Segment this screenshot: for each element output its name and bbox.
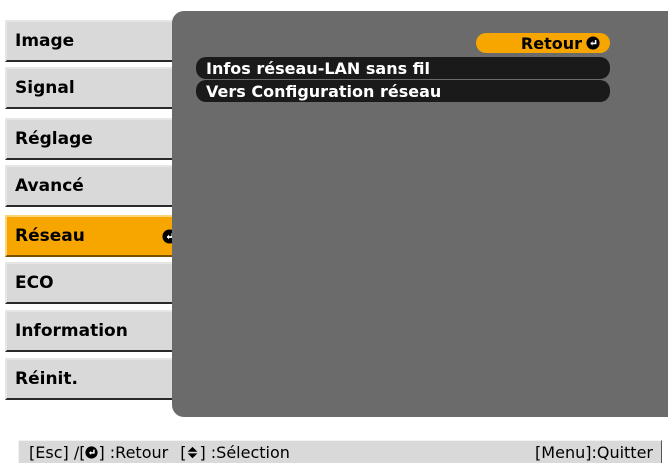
sidebar-item-label: Information: [15, 321, 128, 341]
enter-icon: [586, 36, 600, 50]
configuration-menu: Image Signal Réglage Avancé Réseau ECO I…: [0, 0, 668, 420]
sidebar-item-avance[interactable]: Avancé: [5, 165, 185, 207]
option-label: Infos réseau-LAN sans fil: [206, 58, 431, 78]
sidebar-item-label: Réglage: [15, 129, 93, 149]
sidebar-item-label: Signal: [15, 78, 75, 98]
sidebar-item-eco[interactable]: ECO: [5, 262, 185, 304]
footer-back-text: ] :Retour: [98, 442, 169, 462]
enter-icon: [85, 445, 99, 459]
sidebar-item-image[interactable]: Image: [5, 20, 185, 62]
sidebar-item-reglage[interactable]: Réglage: [5, 118, 185, 160]
footer-left-hints: [Esc] /[ ] :Retour [ ] :Sélection: [29, 443, 290, 462]
sidebar-item-label: Réinit.: [15, 369, 78, 389]
footer-esc-text: [Esc] /[: [29, 442, 86, 462]
retour-button[interactable]: Retour: [476, 33, 610, 53]
sidebar-item-reseau[interactable]: Réseau: [5, 215, 185, 257]
sidebar-item-label: Réseau: [15, 226, 85, 246]
sidebar-item-label: Avancé: [15, 176, 84, 196]
option-label: Vers Configuration réseau: [206, 81, 442, 101]
retour-button-label: Retour: [520, 33, 582, 53]
sidebar-item-signal[interactable]: Signal: [5, 67, 185, 109]
sidebar-item-reinit[interactable]: Réinit.: [5, 358, 185, 400]
footer-help-bar: [Esc] /[ ] :Retour [ ] :Sélection [Menu]…: [18, 440, 662, 463]
option-infos-reseau-lan[interactable]: Infos réseau-LAN sans fil: [196, 57, 610, 79]
sidebar-item-label: Image: [15, 31, 75, 51]
option-vers-configuration-reseau[interactable]: Vers Configuration réseau: [196, 80, 610, 102]
up-down-arrow-icon: [188, 446, 198, 458]
footer-quit-text: [Menu]:Quitter: [535, 442, 653, 462]
sidebar-item-information[interactable]: Information: [5, 310, 185, 352]
sidebar-item-label: ECO: [15, 273, 54, 293]
footer-select-text: ] :Sélection: [199, 442, 290, 462]
